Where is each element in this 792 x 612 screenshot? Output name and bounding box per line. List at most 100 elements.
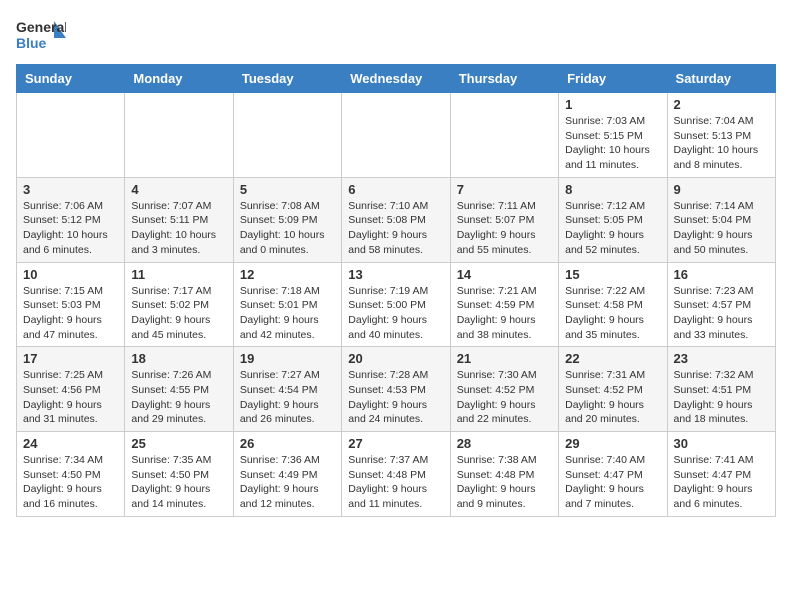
day-number: 5: [240, 182, 335, 197]
day-info: Sunrise: 7:03 AM Sunset: 5:15 PM Dayligh…: [565, 114, 660, 173]
calendar-week-5: 24 Sunrise: 7:34 AM Sunset: 4:50 PM Dayli…: [17, 432, 776, 517]
col-header-sunday: Sunday: [17, 65, 125, 93]
calendar-cell: 18 Sunrise: 7:26 AM Sunset: 4:55 PM Dayli…: [125, 347, 233, 432]
day-number: 27: [348, 436, 443, 451]
calendar-cell: 25 Sunrise: 7:35 AM Sunset: 4:50 PM Dayli…: [125, 432, 233, 517]
day-info: Sunrise: 7:34 AM Sunset: 4:50 PM Dayligh…: [23, 453, 118, 512]
day-info: Sunrise: 7:06 AM Sunset: 5:12 PM Dayligh…: [23, 199, 118, 258]
calendar-cell: 27 Sunrise: 7:37 AM Sunset: 4:48 PM Dayli…: [342, 432, 450, 517]
day-info: Sunrise: 7:08 AM Sunset: 5:09 PM Dayligh…: [240, 199, 335, 258]
day-number: 24: [23, 436, 118, 451]
calendar-cell: 13Sunrise: 7:19 AM Sunset: 5:00 PM Dayli…: [342, 262, 450, 347]
day-number: 14: [457, 267, 552, 282]
calendar-cell: 17 Sunrise: 7:25 AM Sunset: 4:56 PM Dayli…: [17, 347, 125, 432]
day-number: 1: [565, 97, 660, 112]
day-number: 4: [131, 182, 226, 197]
day-info: Sunrise: 7:11 AM Sunset: 5:07 PM Dayligh…: [457, 199, 552, 258]
calendar-cell: 16 Sunrise: 7:23 AM Sunset: 4:57 PM Dayli…: [667, 262, 775, 347]
calendar-cell: 3 Sunrise: 7:06 AM Sunset: 5:12 PM Daylig…: [17, 177, 125, 262]
day-info: Sunrise: 7:18 AM Sunset: 5:01 PM Dayligh…: [240, 284, 335, 343]
day-number: 11: [131, 267, 226, 282]
day-number: 2: [674, 97, 769, 112]
calendar-cell: 26Sunrise: 7:36 AM Sunset: 4:49 PM Dayli…: [233, 432, 341, 517]
day-number: 16: [674, 267, 769, 282]
logo: GeneralBlue: [16, 16, 66, 56]
day-number: 13: [348, 267, 443, 282]
calendar-week-1: 1 Sunrise: 7:03 AM Sunset: 5:15 PM Daylig…: [17, 93, 776, 178]
day-info: Sunrise: 7:28 AM Sunset: 4:53 PM Dayligh…: [348, 368, 443, 427]
day-info: Sunrise: 7:25 AM Sunset: 4:56 PM Dayligh…: [23, 368, 118, 427]
calendar-cell: 29Sunrise: 7:40 AM Sunset: 4:47 PM Dayli…: [559, 432, 667, 517]
day-info: Sunrise: 7:22 AM Sunset: 4:58 PM Dayligh…: [565, 284, 660, 343]
day-info: Sunrise: 7:26 AM Sunset: 4:55 PM Dayligh…: [131, 368, 226, 427]
calendar-week-2: 3 Sunrise: 7:06 AM Sunset: 5:12 PM Daylig…: [17, 177, 776, 262]
day-number: 26: [240, 436, 335, 451]
day-info: Sunrise: 7:17 AM Sunset: 5:02 PM Dayligh…: [131, 284, 226, 343]
day-info: Sunrise: 7:12 AM Sunset: 5:05 PM Dayligh…: [565, 199, 660, 258]
day-number: 19: [240, 351, 335, 366]
calendar-cell: 19 Sunrise: 7:27 AM Sunset: 4:54 PM Dayli…: [233, 347, 341, 432]
day-number: 9: [674, 182, 769, 197]
calendar-cell: 1 Sunrise: 7:03 AM Sunset: 5:15 PM Daylig…: [559, 93, 667, 178]
day-number: 8: [565, 182, 660, 197]
day-info: Sunrise: 7:07 AM Sunset: 5:11 PM Dayligh…: [131, 199, 226, 258]
calendar-cell: [17, 93, 125, 178]
day-number: 20: [348, 351, 443, 366]
day-number: 29: [565, 436, 660, 451]
calendar-cell: 6 Sunrise: 7:10 AM Sunset: 5:08 PM Daylig…: [342, 177, 450, 262]
day-info: Sunrise: 7:32 AM Sunset: 4:51 PM Dayligh…: [674, 368, 769, 427]
col-header-thursday: Thursday: [450, 65, 558, 93]
day-number: 22: [565, 351, 660, 366]
calendar-week-4: 17 Sunrise: 7:25 AM Sunset: 4:56 PM Dayli…: [17, 347, 776, 432]
col-header-tuesday: Tuesday: [233, 65, 341, 93]
calendar-cell: 28Sunrise: 7:38 AM Sunset: 4:48 PM Dayli…: [450, 432, 558, 517]
day-number: 3: [23, 182, 118, 197]
calendar-cell: 8 Sunrise: 7:12 AM Sunset: 5:05 PM Daylig…: [559, 177, 667, 262]
day-number: 17: [23, 351, 118, 366]
calendar-cell: 15 Sunrise: 7:22 AM Sunset: 4:58 PM Dayli…: [559, 262, 667, 347]
col-header-monday: Monday: [125, 65, 233, 93]
day-info: Sunrise: 7:21 AM Sunset: 4:59 PM Dayligh…: [457, 284, 552, 343]
calendar-cell: 10 Sunrise: 7:15 AM Sunset: 5:03 PM Dayli…: [17, 262, 125, 347]
calendar-cell: 21Sunrise: 7:30 AM Sunset: 4:52 PM Dayli…: [450, 347, 558, 432]
logo-svg: GeneralBlue: [16, 16, 66, 56]
day-number: 23: [674, 351, 769, 366]
calendar: SundayMondayTuesdayWednesdayThursdayFrid…: [16, 64, 776, 517]
svg-text:General: General: [16, 19, 66, 35]
day-number: 15: [565, 267, 660, 282]
day-number: 7: [457, 182, 552, 197]
day-info: Sunrise: 7:15 AM Sunset: 5:03 PM Dayligh…: [23, 284, 118, 343]
day-info: Sunrise: 7:27 AM Sunset: 4:54 PM Dayligh…: [240, 368, 335, 427]
calendar-cell: 9 Sunrise: 7:14 AM Sunset: 5:04 PM Daylig…: [667, 177, 775, 262]
calendar-cell: 4 Sunrise: 7:07 AM Sunset: 5:11 PM Daylig…: [125, 177, 233, 262]
day-number: 25: [131, 436, 226, 451]
calendar-week-3: 10 Sunrise: 7:15 AM Sunset: 5:03 PM Dayli…: [17, 262, 776, 347]
day-info: Sunrise: 7:23 AM Sunset: 4:57 PM Dayligh…: [674, 284, 769, 343]
day-info: Sunrise: 7:38 AM Sunset: 4:48 PM Dayligh…: [457, 453, 552, 512]
calendar-cell: 5 Sunrise: 7:08 AM Sunset: 5:09 PM Daylig…: [233, 177, 341, 262]
page-header: GeneralBlue: [16, 16, 776, 56]
calendar-cell: [450, 93, 558, 178]
day-info: Sunrise: 7:14 AM Sunset: 5:04 PM Dayligh…: [674, 199, 769, 258]
day-number: 10: [23, 267, 118, 282]
calendar-cell: 20 Sunrise: 7:28 AM Sunset: 4:53 PM Dayli…: [342, 347, 450, 432]
calendar-cell: [342, 93, 450, 178]
calendar-cell: 12 Sunrise: 7:18 AM Sunset: 5:01 PM Dayli…: [233, 262, 341, 347]
calendar-cell: [125, 93, 233, 178]
svg-text:Blue: Blue: [16, 35, 47, 51]
day-number: 6: [348, 182, 443, 197]
day-number: 18: [131, 351, 226, 366]
calendar-cell: 7 Sunrise: 7:11 AM Sunset: 5:07 PM Daylig…: [450, 177, 558, 262]
calendar-cell: 11 Sunrise: 7:17 AM Sunset: 5:02 PM Dayli…: [125, 262, 233, 347]
day-number: 12: [240, 267, 335, 282]
calendar-cell: 24 Sunrise: 7:34 AM Sunset: 4:50 PM Dayli…: [17, 432, 125, 517]
day-info: Sunrise: 7:35 AM Sunset: 4:50 PM Dayligh…: [131, 453, 226, 512]
day-info: Sunrise: 7:37 AM Sunset: 4:48 PM Dayligh…: [348, 453, 443, 512]
col-header-saturday: Saturday: [667, 65, 775, 93]
day-info: Sunrise: 7:31 AM Sunset: 4:52 PM Dayligh…: [565, 368, 660, 427]
day-info: Sunrise: 7:10 AM Sunset: 5:08 PM Dayligh…: [348, 199, 443, 258]
col-header-wednesday: Wednesday: [342, 65, 450, 93]
calendar-header-row: SundayMondayTuesdayWednesdayThursdayFrid…: [17, 65, 776, 93]
day-info: Sunrise: 7:30 AM Sunset: 4:52 PM Dayligh…: [457, 368, 552, 427]
day-info: Sunrise: 7:41 AM Sunset: 4:47 PM Dayligh…: [674, 453, 769, 512]
